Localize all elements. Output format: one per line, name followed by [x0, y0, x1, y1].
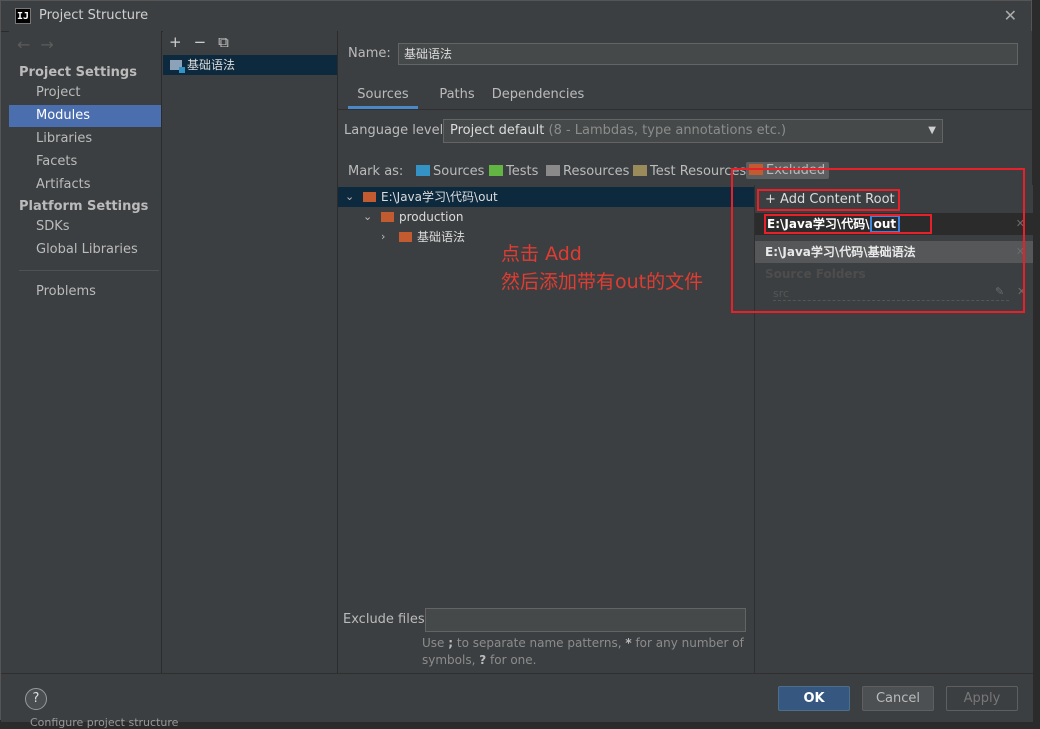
mark-tests-button[interactable]: Tests — [489, 164, 538, 179]
exclude-files-input[interactable] — [425, 608, 746, 632]
project-settings-heading: Project Settings — [19, 65, 137, 80]
sources-folder-icon — [416, 165, 430, 176]
module-item-label: 基础语法 — [187, 58, 236, 72]
tests-folder-icon — [489, 165, 503, 176]
mark-resources-label: Resources — [563, 164, 630, 179]
settings-nav: ←→ Project Settings Project Modules Libr… — [9, 31, 162, 673]
dialog-footer: ? OK Cancel Apply — [1, 673, 1033, 722]
language-level-hint: (8 - Lambdas, type annotations etc.) — [548, 123, 787, 138]
close-icon[interactable]: ✕ — [1004, 6, 1017, 25]
resources-folder-icon — [546, 165, 560, 176]
nav-item-problems[interactable]: Problems — [9, 281, 161, 303]
modules-list-panel: + − ⧉ 基础语法 — [163, 31, 338, 673]
forward-arrow-icon[interactable]: → — [40, 35, 63, 54]
tree-row-label: production — [399, 210, 464, 224]
intellij-icon: IJ — [15, 8, 31, 24]
tree-row[interactable]: ⌄ E:\Java学习\代码\out — [338, 187, 754, 207]
tab-paths[interactable]: Paths — [424, 81, 490, 109]
language-level-value: Project default — [450, 123, 545, 138]
cancel-button[interactable]: Cancel — [862, 686, 934, 711]
tab-divider — [338, 109, 1032, 110]
chevron-down-icon: ▼ — [928, 125, 936, 136]
annotation-line-2: 然后添加带有out的文件 — [501, 271, 704, 293]
nav-item-global-libraries[interactable]: Global Libraries — [9, 239, 161, 261]
mark-sources-label: Sources — [433, 164, 485, 179]
language-level-select[interactable]: Project default (8 - Lambdas, type annot… — [443, 119, 943, 143]
language-level-label: Language level: — [344, 123, 448, 138]
platform-settings-heading: Platform Settings — [19, 199, 149, 214]
module-folder-icon — [170, 60, 185, 73]
mark-test-resources-button[interactable]: Test Resources — [633, 164, 746, 179]
modules-toolbar: + − ⧉ — [169, 33, 241, 51]
folder-icon — [381, 212, 394, 222]
tab-dependencies[interactable]: Dependencies — [488, 81, 588, 109]
remove-module-icon[interactable]: − — [194, 33, 207, 51]
background-editor-strip — [1033, 0, 1040, 728]
module-settings-panel: Name: 基础语法 Sources Paths Dependencies La… — [338, 31, 1033, 673]
annotation-box-add-root — [757, 189, 900, 211]
test-resources-folder-icon — [633, 165, 647, 176]
nav-item-libraries[interactable]: Libraries — [9, 128, 161, 150]
name-field[interactable]: 基础语法 — [398, 43, 1018, 65]
mark-tests-label: Tests — [506, 164, 539, 179]
mark-sources-button[interactable]: Sources — [416, 164, 484, 179]
chevron-down-icon[interactable]: ⌄ — [345, 187, 354, 207]
add-module-icon[interactable]: + — [169, 33, 182, 51]
back-arrow-icon[interactable]: ← — [17, 35, 40, 54]
nav-item-modules[interactable]: Modules — [9, 105, 161, 127]
nav-divider — [19, 270, 159, 271]
exclude-files-label: Exclude files: — [343, 612, 430, 627]
nav-item-sdks[interactable]: SDKs — [9, 216, 161, 238]
nav-item-project[interactable]: Project — [9, 82, 161, 104]
apply-button[interactable]: Apply — [946, 686, 1018, 711]
mark-resources-button[interactable]: Resources — [546, 164, 629, 179]
annotation-line-1: 点击 Add — [501, 243, 582, 265]
status-bar-text: Configure project structure — [30, 716, 179, 729]
title-bar: IJ Project Structure ✕ — [1, 1, 1031, 32]
window-title: Project Structure — [39, 8, 149, 23]
folder-icon — [399, 232, 412, 242]
project-structure-dialog: IJ Project Structure ✕ ←→ Project Settin… — [0, 0, 1033, 722]
tab-sources[interactable]: Sources — [348, 81, 418, 109]
tree-row-label: E:\Java学习\代码\out — [381, 190, 498, 204]
chevron-right-icon[interactable]: › — [381, 227, 385, 247]
module-item[interactable]: 基础语法 — [163, 55, 337, 75]
ok-button[interactable]: OK — [778, 686, 850, 711]
excluded-folder-icon — [363, 192, 376, 202]
mark-as-label: Mark as: — [348, 164, 404, 179]
tree-row-label: 基础语法 — [417, 230, 466, 244]
name-label: Name: — [348, 46, 391, 61]
copy-module-icon[interactable]: ⧉ — [218, 33, 229, 51]
exclude-files-hint: Use ; to separate name patterns, * for a… — [422, 636, 744, 667]
nav-item-facets[interactable]: Facets — [9, 151, 161, 173]
help-button[interactable]: ? — [25, 688, 47, 710]
history-arrows: ←→ — [17, 35, 64, 54]
annotation-box-new-root — [764, 214, 932, 234]
nav-item-artifacts[interactable]: Artifacts — [9, 174, 161, 196]
tree-row[interactable]: ⌄ production — [338, 207, 754, 227]
chevron-down-icon[interactable]: ⌄ — [363, 207, 372, 227]
